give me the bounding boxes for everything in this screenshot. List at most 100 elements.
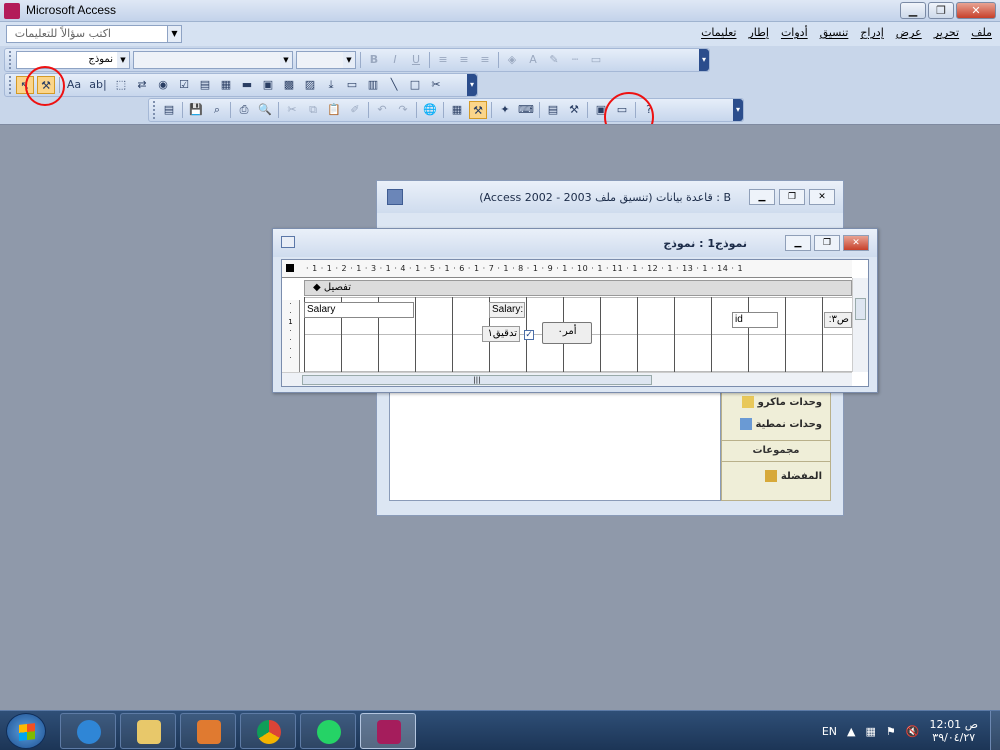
align-left-icon[interactable]: ≡ [434, 51, 452, 69]
properties-icon[interactable]: ▤ [544, 101, 562, 119]
language-indicator[interactable]: EN [822, 725, 837, 738]
close-button[interactable]: ✕ [809, 189, 835, 205]
scroll-thumb[interactable]: ||| [302, 375, 652, 385]
tab-control-icon[interactable]: ▭ [343, 76, 361, 94]
textbox-tool-icon[interactable]: ab| [87, 76, 109, 94]
show-desktop-button[interactable] [990, 711, 1000, 750]
toolbar-options-icon[interactable]: ▾ [699, 49, 709, 71]
checkbox-control[interactable]: ✓ [524, 330, 534, 340]
menu-format[interactable]: تنسيق [820, 26, 849, 39]
minimize-button[interactable]: ▁ [749, 189, 775, 205]
more-controls-icon[interactable]: ✂ [427, 76, 445, 94]
checkbox-label[interactable]: تدقيق١ [482, 326, 520, 342]
help-search-input[interactable]: اكتب سؤالاً للتعليمات ▼ [6, 25, 182, 43]
combo-box-icon[interactable]: ▤ [196, 76, 214, 94]
taskbar-access[interactable] [360, 713, 416, 749]
partial-field-label[interactable]: ص٣: [824, 312, 852, 328]
special-effect-icon[interactable]: ▭ [587, 51, 605, 69]
sidebar-item-modules[interactable]: وحدات نمطية [734, 418, 822, 430]
chevron-down-icon[interactable]: ▼ [117, 52, 129, 68]
unbound-object-icon[interactable]: ▩ [280, 76, 298, 94]
id-textbox[interactable]: id [732, 312, 778, 328]
scroll-thumb[interactable] [855, 298, 866, 320]
font-size-combo[interactable]: ▼ [296, 51, 356, 69]
detail-section-bar[interactable]: تفصيل ◆ [304, 280, 852, 296]
option-button-icon[interactable]: ◉ [154, 76, 172, 94]
volume-icon[interactable]: 🔇 [906, 725, 920, 738]
menu-tools[interactable]: أدوات [781, 26, 808, 39]
close-button[interactable]: ✕ [956, 2, 996, 19]
subform-icon[interactable]: ▥ [364, 76, 382, 94]
vertical-ruler[interactable]: · · 1 · · · · [282, 300, 300, 374]
menu-file[interactable]: ملف [971, 26, 992, 39]
menu-help[interactable]: تعليمات [701, 26, 736, 39]
toolbar-options-icon[interactable]: ▾ [467, 74, 477, 96]
restore-button[interactable]: ❐ [928, 2, 954, 19]
close-button[interactable]: ✕ [843, 235, 869, 251]
chevron-down-icon[interactable]: ▼ [280, 52, 292, 68]
toolbar-grip[interactable] [153, 101, 157, 119]
option-group-icon[interactable]: ⬚ [112, 76, 130, 94]
object-combo[interactable]: نموذج ▼ [16, 51, 130, 69]
font-name-combo[interactable]: ▼ [133, 51, 293, 69]
minimize-button[interactable]: ▁ [900, 2, 926, 19]
italic-button[interactable]: I [386, 51, 404, 69]
flag-icon[interactable]: ⚑ [886, 725, 896, 738]
code-icon[interactable]: ⌨ [517, 101, 535, 119]
toolbar-grip[interactable] [9, 76, 13, 94]
font-color-icon[interactable]: A [524, 51, 542, 69]
horizontal-scrollbar[interactable]: ||| [282, 372, 852, 386]
toolbar-options-icon[interactable]: ▾ [733, 99, 743, 121]
toggle-button-icon[interactable]: ⇄ [133, 76, 151, 94]
sidebar-item-macros[interactable]: وحدات ماكرو [736, 396, 822, 408]
restore-button[interactable]: ❐ [779, 189, 805, 205]
hyperlink-icon[interactable]: 🌐 [421, 101, 439, 119]
align-center-icon[interactable]: ≡ [455, 51, 473, 69]
save-icon[interactable]: 💾 [187, 101, 205, 119]
groups-header[interactable]: مجموعات [722, 440, 830, 462]
object-list[interactable] [389, 391, 721, 501]
horizontal-ruler[interactable]: · 1 · 1 · 2 · 1 · 3 · 1 · 4 · 1 · 5 · 1 … [282, 260, 852, 278]
command-button-control[interactable]: أمر٠ [542, 322, 592, 344]
taskbar-explorer[interactable] [120, 713, 176, 749]
taskbar-media-player[interactable] [180, 713, 236, 749]
rectangle-tool-icon[interactable]: □ [406, 76, 424, 94]
paste-icon[interactable]: 📋 [325, 101, 343, 119]
format-painter-icon[interactable]: ✐ [346, 101, 364, 119]
vertical-scrollbar[interactable] [852, 278, 868, 372]
bold-button[interactable]: B [365, 51, 383, 69]
autoformat-icon[interactable]: ✦ [496, 101, 514, 119]
toolbox-toggle-icon[interactable]: ⚒ [469, 101, 487, 119]
cut-icon[interactable]: ✂ [283, 101, 301, 119]
show-hidden-icons-icon[interactable]: ▲ [847, 725, 855, 738]
toolbar-grip[interactable] [9, 51, 13, 69]
form-design-surface[interactable]: · 1 · 1 · 2 · 1 · 3 · 1 · 4 · 1 · 5 · 1 … [281, 259, 869, 387]
start-button[interactable] [6, 713, 46, 749]
taskbar-chrome[interactable] [240, 713, 296, 749]
fill-color-icon[interactable]: ◈ [503, 51, 521, 69]
print-preview-icon[interactable]: 🔍 [256, 101, 274, 119]
checkbox-tool-icon[interactable]: ☑ [175, 76, 193, 94]
print-icon[interactable]: ⎙ [235, 101, 253, 119]
image-tool-icon[interactable]: ▣ [259, 76, 277, 94]
view-icon[interactable]: ▤ [160, 101, 178, 119]
menu-view[interactable]: عرض [896, 26, 922, 39]
line-color-icon[interactable]: ✎ [545, 51, 563, 69]
clock[interactable]: 12:01 ص ٣٩/٠٤/٢٧ [929, 718, 978, 744]
line-tool-icon[interactable]: ╲ [385, 76, 403, 94]
salary-label[interactable]: Salary: [489, 302, 525, 318]
align-right-icon[interactable]: ≡ [476, 51, 494, 69]
undo-icon[interactable]: ↶ [373, 101, 391, 119]
menu-window[interactable]: إطار [748, 26, 768, 39]
taskbar-whatsapp[interactable] [300, 713, 356, 749]
command-button-icon[interactable]: ▬ [238, 76, 256, 94]
bound-object-icon[interactable]: ▨ [301, 76, 319, 94]
network-icon[interactable]: ▦ [866, 725, 876, 738]
sidebar-item-favorites[interactable]: المفضلة [759, 470, 822, 482]
field-list-icon[interactable]: ▦ [448, 101, 466, 119]
build-icon[interactable]: ⚒ [565, 101, 583, 119]
redo-icon[interactable]: ↷ [394, 101, 412, 119]
minimize-button[interactable]: ▁ [785, 235, 811, 251]
label-tool-icon[interactable]: Aa [64, 76, 84, 94]
form-window-title-bar[interactable]: نموذج1 : نموذج ▁ ❐ ✕ [273, 229, 877, 257]
